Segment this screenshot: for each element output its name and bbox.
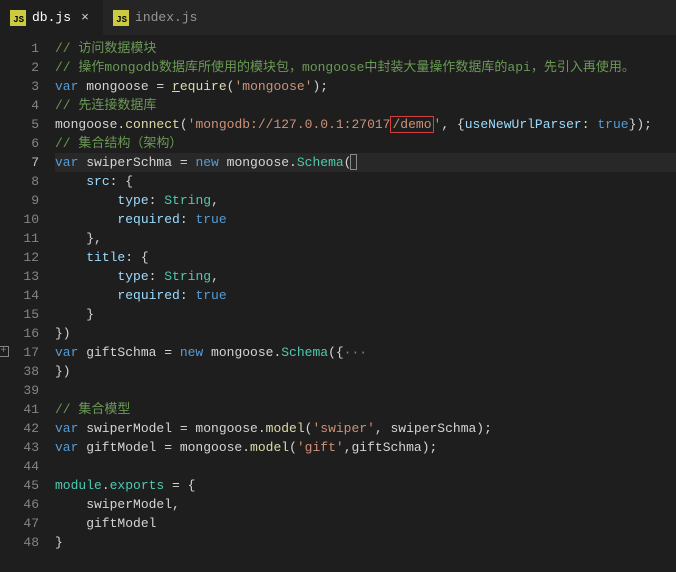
line-number: 43 (0, 438, 39, 457)
line-number: 9 (0, 191, 39, 210)
line-number: 39 (0, 381, 39, 400)
line-number: 12 (0, 248, 39, 267)
line-number: 44 (0, 457, 39, 476)
line-number: +17 (0, 343, 39, 362)
tab-bar: JS db.js × JS index.js (0, 0, 676, 35)
line-number: 1 (0, 39, 39, 58)
code-text: // 操作mongodb数据库所使用的模块包，mongoose中封装大量操作数据… (55, 60, 635, 75)
line-number: 8 (0, 172, 39, 191)
line-number: 3 (0, 77, 39, 96)
line-number: 10 (0, 210, 39, 229)
line-number: 7 (0, 153, 39, 172)
editor-area: 1 2 3 4 5 6 7 8 9 10 11 12 13 14 15 16 +… (0, 35, 676, 572)
code-content[interactable]: // 访问数据模块 // 操作mongodb数据库所使用的模块包，mongoos… (55, 35, 676, 572)
code-text: // 访问数据模块 (55, 41, 156, 56)
close-icon[interactable]: × (77, 10, 93, 26)
line-number: 6 (0, 134, 39, 153)
tab-label: db.js (32, 10, 71, 25)
line-number: 45 (0, 476, 39, 495)
line-number: 15 (0, 305, 39, 324)
line-number: 16 (0, 324, 39, 343)
line-number: 14 (0, 286, 39, 305)
tab-db-js[interactable]: JS db.js × (0, 0, 103, 35)
highlighted-path: /demo (390, 116, 433, 133)
line-number: 11 (0, 229, 39, 248)
line-number: 4 (0, 96, 39, 115)
line-number: 5 (0, 115, 39, 134)
line-number: 48 (0, 533, 39, 552)
line-number: 2 (0, 58, 39, 77)
line-number: 42 (0, 419, 39, 438)
line-number: 47 (0, 514, 39, 533)
line-number: 41 (0, 400, 39, 419)
tab-label: index.js (135, 10, 197, 25)
fold-expand-icon[interactable]: + (0, 346, 9, 357)
tab-index-js[interactable]: JS index.js (103, 0, 207, 35)
js-file-icon: JS (113, 10, 129, 26)
line-number: 46 (0, 495, 39, 514)
cursor (350, 154, 357, 170)
line-number: 13 (0, 267, 39, 286)
line-gutter: 1 2 3 4 5 6 7 8 9 10 11 12 13 14 15 16 +… (0, 35, 55, 572)
js-file-icon: JS (10, 10, 26, 26)
line-number: 38 (0, 362, 39, 381)
